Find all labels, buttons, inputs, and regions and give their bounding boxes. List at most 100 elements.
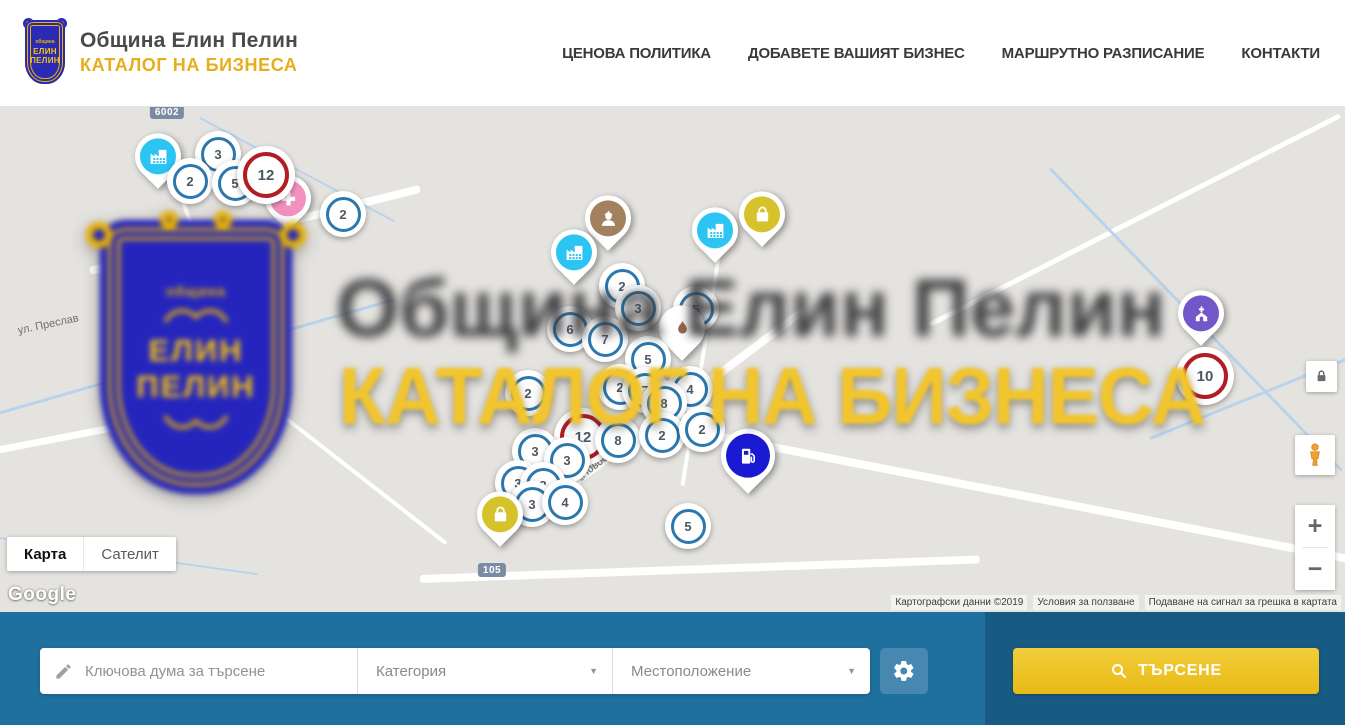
church-icon [1183, 295, 1219, 331]
chevron-down-icon: ▼ [847, 666, 856, 676]
map-marker-cluster[interactable]: 2 [505, 370, 551, 416]
advanced-search-button[interactable] [880, 648, 928, 694]
cluster-count: 4 [561, 495, 568, 510]
zoom-out-button[interactable]: − [1295, 548, 1335, 590]
cluster-ring: 2 [685, 412, 720, 447]
map-marker-pin[interactable] [721, 429, 775, 483]
map-marker-cluster[interactable]: 2 [167, 158, 213, 204]
category-select-label: Категория [376, 663, 446, 680]
cluster-count: 3 [531, 444, 538, 459]
cluster-ring: 10 [1182, 353, 1228, 399]
cluster-ring: 2 [326, 197, 361, 232]
shopping-bag-icon [482, 496, 518, 532]
map-marker-pin[interactable] [739, 191, 785, 237]
cluster-count: 2 [339, 207, 346, 222]
road-badge: 105 [478, 563, 506, 577]
map-marker-pin[interactable] [692, 207, 738, 253]
cluster-count: 3 [528, 497, 535, 512]
search-button-label: ТЪРСЕНЕ [1138, 662, 1222, 680]
terms-of-use-link[interactable]: Условия за ползване [1033, 595, 1138, 610]
zoom-in-button[interactable]: + [1295, 505, 1335, 547]
cluster-count: 5 [684, 519, 691, 534]
map-marker-pin[interactable] [477, 491, 523, 537]
factory-icon [556, 234, 592, 270]
pegman-icon [1302, 442, 1328, 468]
lock-icon [1313, 368, 1330, 385]
cluster-count: 3 [563, 453, 570, 468]
map-marker-cluster[interactable]: 10 [1176, 347, 1234, 405]
logo-crest-top: община [35, 39, 54, 45]
cluster-count: 12 [258, 167, 275, 184]
lock-button[interactable] [1306, 361, 1337, 392]
street-view-pegman-button[interactable] [1295, 435, 1335, 475]
nav-item-add-business[interactable]: ДОБАВЕТЕ ВАШИЯТ БИЗНЕС [748, 45, 965, 62]
municipality-crest-icon: община ЕЛИН ПЕЛИН [22, 20, 68, 84]
attribution-copyright: Картографски данни ©2019 [891, 595, 1027, 610]
cluster-count: 2 [698, 422, 705, 437]
map-marker-cluster[interactable]: 2 [679, 406, 725, 452]
logo-crest-line1: ЕЛИН [33, 47, 57, 56]
cluster-ring: 3 [621, 291, 656, 326]
satellite-view-button[interactable]: Сателит [83, 537, 176, 571]
nav-item-route-schedule[interactable]: МАРШРУТНО РАЗПИСАНИЕ [1002, 45, 1205, 62]
map-marker-cluster[interactable]: 12 [237, 146, 295, 204]
cluster-ring: 8 [601, 423, 636, 458]
google-logo[interactable]: Google [8, 584, 76, 606]
map-marker-cluster[interactable]: 2 [639, 412, 685, 458]
gear-icon [892, 659, 916, 683]
keyword-search-field[interactable] [40, 648, 357, 694]
report-map-error-link[interactable]: Подаване на сигнал за грешка в картата [1145, 595, 1341, 610]
search-input-group: Категория ▼ Местоположение ▼ [40, 648, 870, 694]
search-bar-left: Категория ▼ Местоположение ▼ [0, 612, 985, 725]
map-type-control: Карта Сателит [7, 537, 176, 571]
category-select[interactable]: Категория ▼ [357, 648, 612, 694]
cluster-count: 5 [644, 352, 651, 367]
map-marker-cluster[interactable]: 8 [595, 417, 641, 463]
main-nav: ЦЕНОВА ПОЛИТИКА ДОБАВЕТЕ ВАШИЯТ БИЗНЕС М… [562, 0, 1320, 107]
cluster-ring: 2 [645, 418, 680, 453]
map-marker-cluster[interactable]: 5 [665, 503, 711, 549]
site-header: община ЕЛИН ПЕЛИН Община Елин Пелин КАТА… [0, 0, 1345, 107]
map-marker-pin[interactable] [1178, 290, 1224, 336]
search-bar: Категория ▼ Местоположение ▼ ТЪРСЕНЕ [0, 612, 1345, 725]
cluster-count: 7 [601, 332, 608, 347]
cluster-count: 2 [658, 428, 665, 443]
chevron-down-icon: ▼ [589, 666, 598, 676]
map-marker-cluster[interactable]: 7 [582, 316, 628, 362]
search-button[interactable]: ТЪРСЕНЕ [1013, 648, 1319, 694]
search-icon [1110, 662, 1128, 680]
cluster-ring: 2 [173, 164, 208, 199]
search-input[interactable] [85, 663, 345, 680]
road-badge: 6002 [150, 107, 184, 119]
cluster-ring: 4 [548, 485, 583, 520]
cluster-count: 2 [186, 174, 193, 189]
page: ул. Преславбул. „Новосел6002105 32512223… [0, 0, 1345, 725]
map-view-button[interactable]: Карта [7, 537, 83, 571]
nav-item-pricing[interactable]: ЦЕНОВА ПОЛИТИКА [562, 45, 711, 62]
map-marker-cluster[interactable]: 4 [542, 479, 588, 525]
site-logo[interactable]: община ЕЛИН ПЕЛИН Община Елин Пелин КАТА… [22, 20, 298, 84]
location-select[interactable]: Местоположение ▼ [612, 648, 870, 694]
search-bar-right: ТЪРСЕНЕ [985, 612, 1345, 725]
fuel-icon [726, 434, 770, 478]
cluster-count: 4 [686, 382, 693, 397]
street-label: ул. Преслав [17, 312, 80, 337]
cluster-count: 8 [614, 433, 621, 448]
factory-icon [697, 212, 733, 248]
cluster-count: 3 [214, 147, 221, 162]
cluster-count: 6 [566, 322, 573, 337]
flame-icon [664, 310, 700, 346]
location-select-label: Местоположение [631, 663, 751, 680]
pencil-icon [54, 662, 73, 681]
cluster-ring: 2 [511, 376, 546, 411]
cluster-ring: 12 [243, 152, 289, 198]
map-marker-pin[interactable] [551, 229, 597, 275]
cluster-count: 3 [634, 301, 641, 316]
cluster-count: 8 [660, 396, 667, 411]
map-marker-cluster[interactable]: 2 [320, 191, 366, 237]
site-subtitle: КАТАЛОГ НА БИЗНЕСА [80, 55, 298, 76]
cluster-count: 2 [524, 386, 531, 401]
nav-item-contacts[interactable]: КОНТАКТИ [1241, 45, 1320, 62]
map-attribution: Картографски данни ©2019 Условия за полз… [891, 595, 1341, 610]
logo-crest-line2: ПЕЛИН [30, 56, 60, 65]
